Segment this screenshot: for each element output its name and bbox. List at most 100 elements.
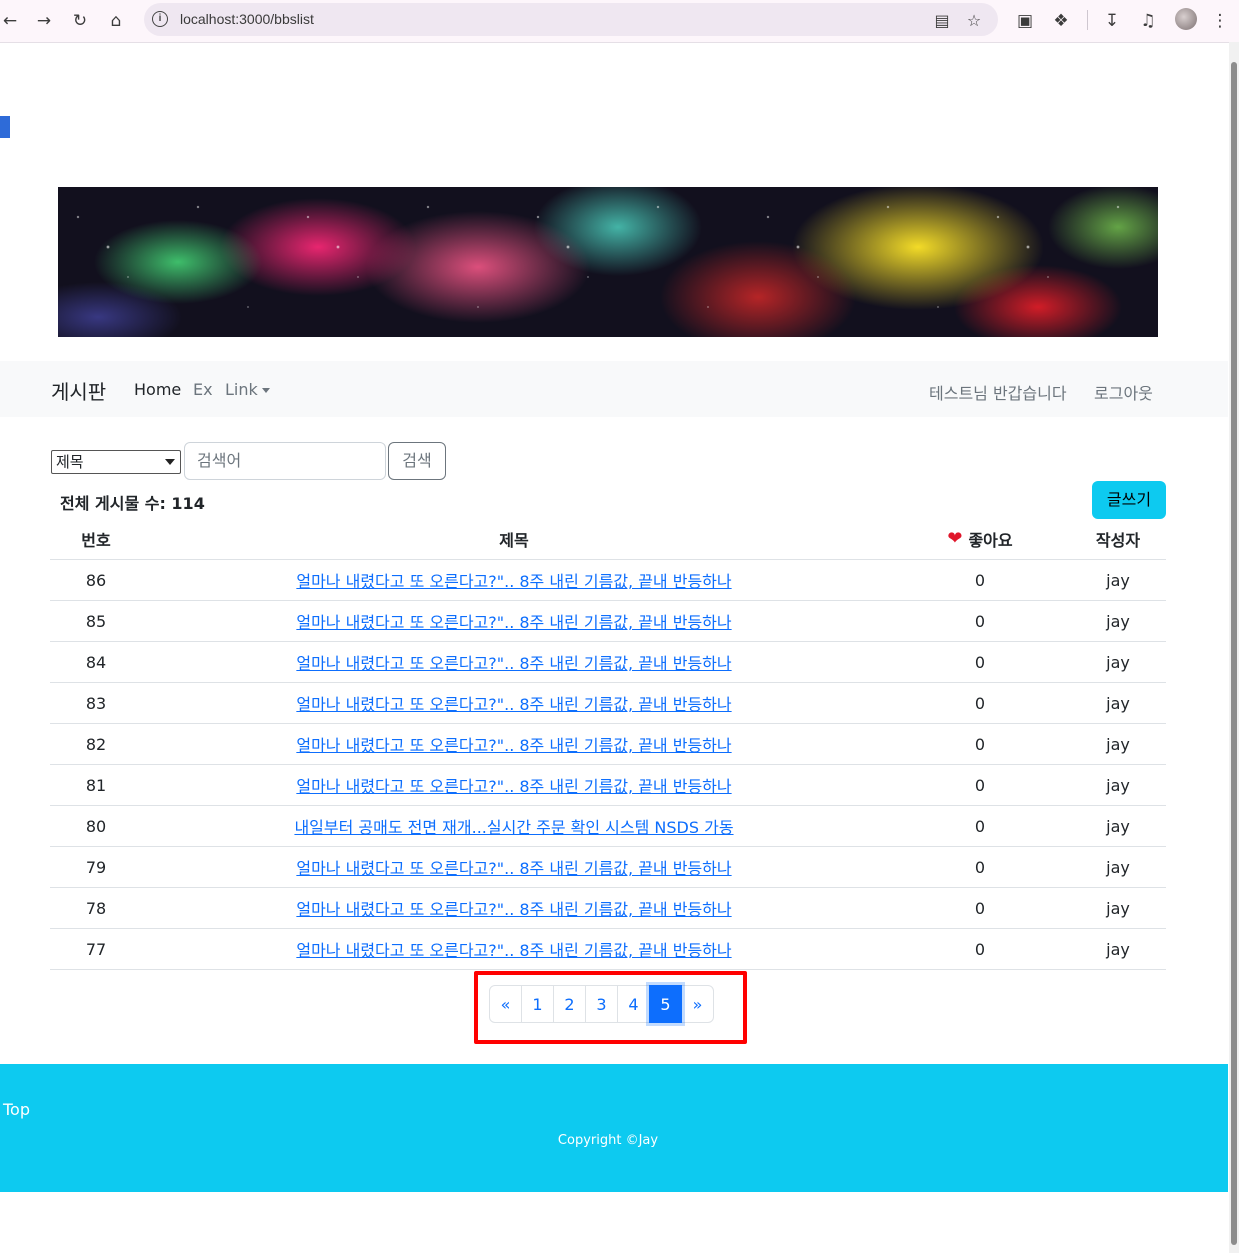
search-input[interactable]: 검색어 — [184, 442, 386, 480]
scrollbar-thumb[interactable] — [1231, 62, 1237, 1245]
post-title-link[interactable]: 얼마나 내렸다고 또 오른다고?".. 8주 내린 기름값, 끝내 반등하나 — [296, 609, 731, 633]
copyright-text: Copyright ©Jay — [557, 1133, 659, 1148]
site-info-icon[interactable]: i — [152, 11, 168, 27]
top-link[interactable]: Top — [3, 1100, 30, 1119]
post-like-count: 0 — [974, 693, 986, 713]
post-number: 77 — [85, 939, 107, 959]
post-like-count-cell: 0 — [930, 765, 1030, 805]
page-button-4[interactable]: 4 — [617, 985, 650, 1023]
post-title-link[interactable]: 얼마나 내렸다고 또 오른다고?".. 8주 내린 기름값, 끝내 반등하나 — [296, 691, 731, 715]
post-table: 번호 제목 ❤ 좋아요 작성자 86 얼마나 내렸다고 또 오른다고?".. 8주 … — [50, 518, 1166, 970]
post-title-link[interactable]: 얼마나 내렸다고 또 오른다고?".. 8주 내린 기름값, 끝내 반등하나 — [296, 896, 731, 920]
post-number-cell: 83 — [50, 683, 142, 723]
post-number-cell: 79 — [50, 847, 142, 887]
address-bar[interactable]: i localhost:3000/bbslist ▤ ☆ — [144, 3, 998, 36]
profile-avatar[interactable] — [1175, 8, 1197, 30]
post-author-cell: jay — [1080, 724, 1156, 764]
page-button-2[interactable]: 2 — [553, 985, 586, 1023]
post-like-count-cell: 0 — [930, 929, 1030, 969]
nav-link-home[interactable]: Home — [134, 380, 181, 399]
header-like: ❤ 좋아요 — [930, 518, 1030, 559]
post-title-link[interactable]: 내일부터 공매도 전면 재개...실시간 주문 확인 시스템 NSDS 가동 — [294, 814, 733, 838]
post-author: jay — [1106, 939, 1130, 959]
post-number-cell: 84 — [50, 642, 142, 682]
navbar: 게시판 Home Ex Link 테스트님 반갑습니다 로그아웃 — [0, 361, 1228, 417]
post-title-link[interactable]: 얼마나 내렸다고 또 오른다고?".. 8주 내린 기름값, 끝내 반등하나 — [296, 773, 731, 797]
table-row: 83 얼마나 내렸다고 또 오른다고?".. 8주 내린 기름값, 끝내 반등하나… — [50, 683, 1166, 724]
post-like-count: 0 — [974, 816, 986, 836]
side-marker — [0, 116, 10, 138]
post-like-count-cell: 0 — [930, 642, 1030, 682]
table-row: 84 얼마나 내렸다고 또 오른다고?".. 8주 내린 기름값, 끝내 반등하나… — [50, 642, 1166, 683]
nav-link-dropdown[interactable]: Link — [225, 380, 270, 399]
header-no: 번호 — [81, 530, 111, 550]
page-next-button[interactable]: » — [681, 985, 714, 1023]
cast-icon[interactable]: ▣ — [1012, 8, 1038, 34]
write-button[interactable]: 글쓰기 — [1092, 481, 1166, 519]
post-number-cell: 81 — [50, 765, 142, 805]
forward-icon[interactable]: → — [31, 8, 57, 34]
download-icon[interactable]: ↧ — [1099, 8, 1125, 34]
total-post-count: 전체 게시물 수: 114 — [60, 494, 205, 513]
post-number: 82 — [85, 734, 107, 754]
post-title-link-cell: 얼마나 내렸다고 또 오른다고?".. 8주 내린 기름값, 끝내 반등하나 — [210, 765, 818, 805]
footer: Top Copyright ©Jay — [0, 1064, 1228, 1192]
post-author-cell: jay — [1080, 765, 1156, 805]
post-title-link[interactable]: 얼마나 내렸다고 또 오른다고?".. 8주 내린 기름값, 끝내 반등하나 — [296, 732, 731, 756]
logout-link[interactable]: 로그아웃 — [1094, 380, 1153, 404]
table-row: 86 얼마나 내렸다고 또 오른다고?".. 8주 내린 기름값, 끝내 반등하나… — [50, 560, 1166, 601]
search-button[interactable]: 검색 — [388, 442, 446, 480]
page-prev-button[interactable]: « — [489, 985, 522, 1023]
post-title-link[interactable]: 얼마나 내렸다고 또 오른다고?".. 8주 내린 기름값, 끝내 반등하나 — [296, 568, 731, 592]
post-number-cell: 77 — [50, 929, 142, 969]
post-like-count-cell: 0 — [930, 560, 1030, 600]
post-title-link[interactable]: 얼마나 내렸다고 또 오른다고?".. 8주 내린 기름값, 끝내 반등하나 — [296, 855, 731, 879]
post-author: jay — [1106, 652, 1130, 672]
post-author-cell: jay — [1080, 888, 1156, 928]
search-type-select[interactable]: 제목 — [51, 450, 181, 474]
post-number: 84 — [85, 652, 107, 672]
reload-icon[interactable]: ↻ — [67, 8, 93, 34]
post-author: jay — [1106, 816, 1130, 836]
page-scrollbar[interactable] — [1229, 42, 1239, 1253]
post-number: 79 — [85, 857, 107, 877]
chevron-down-icon — [165, 459, 175, 465]
install-icon[interactable]: ▤ — [930, 8, 954, 32]
navbar-brand[interactable]: 게시판 — [51, 376, 106, 405]
post-title-link[interactable]: 얼마나 내렸다고 또 오른다고?".. 8주 내린 기름값, 끝내 반등하나 — [296, 937, 731, 961]
post-title-link-cell: 얼마나 내렸다고 또 오른다고?".. 8주 내린 기름값, 끝내 반등하나 — [210, 847, 818, 887]
post-author: jay — [1106, 734, 1130, 754]
url-text[interactable]: localhost:3000/bbslist — [180, 11, 314, 27]
nav-link-ex[interactable]: Ex — [193, 380, 213, 399]
page-button-1[interactable]: 1 — [521, 985, 554, 1023]
post-number: 81 — [85, 775, 107, 795]
post-like-count: 0 — [974, 775, 986, 795]
post-title-link-cell: 얼마나 내렸다고 또 오른다고?".. 8주 내린 기름값, 끝내 반등하나 — [210, 560, 818, 600]
nav-link-label: Link — [225, 380, 258, 399]
post-author-cell: jay — [1080, 847, 1156, 887]
header-like-label: 좋아요 — [968, 530, 1013, 550]
post-like-count-cell: 0 — [930, 683, 1030, 723]
chevron-down-icon — [261, 388, 270, 393]
back-icon[interactable]: ← — [0, 8, 23, 34]
header-title: 제목 — [499, 530, 529, 550]
table-row: 77 얼마나 내렸다고 또 오른다고?".. 8주 내린 기름값, 끝내 반등하나… — [50, 929, 1166, 970]
browser-toolbar: ← → ↻ ⌂ i localhost:3000/bbslist ▤ ☆ ▣ ❖… — [0, 0, 1239, 43]
post-author: jay — [1106, 857, 1130, 877]
media-icon[interactable]: ♫ — [1135, 8, 1161, 34]
post-like-count: 0 — [974, 652, 986, 672]
star-icon[interactable]: ☆ — [962, 8, 986, 32]
post-title-link-cell: 얼마나 내렸다고 또 오른다고?".. 8주 내린 기름값, 끝내 반등하나 — [210, 929, 818, 969]
post-number-cell: 86 — [50, 560, 142, 600]
post-author-cell: jay — [1080, 806, 1156, 846]
extensions-icon[interactable]: ❖ — [1048, 8, 1074, 34]
post-number-cell: 82 — [50, 724, 142, 764]
menu-icon[interactable]: ⋮ — [1207, 8, 1233, 34]
page-button-3[interactable]: 3 — [585, 985, 618, 1023]
post-title-link-cell: 내일부터 공매도 전면 재개...실시간 주문 확인 시스템 NSDS 가동 — [210, 806, 818, 846]
page-button-5-active[interactable]: 5 — [649, 985, 682, 1023]
post-title-link[interactable]: 얼마나 내렸다고 또 오른다고?".. 8주 내린 기름값, 끝내 반등하나 — [296, 650, 731, 674]
post-author: jay — [1106, 775, 1130, 795]
table-header: 번호 제목 ❤ 좋아요 작성자 — [50, 518, 1166, 560]
home-icon[interactable]: ⌂ — [103, 8, 129, 34]
